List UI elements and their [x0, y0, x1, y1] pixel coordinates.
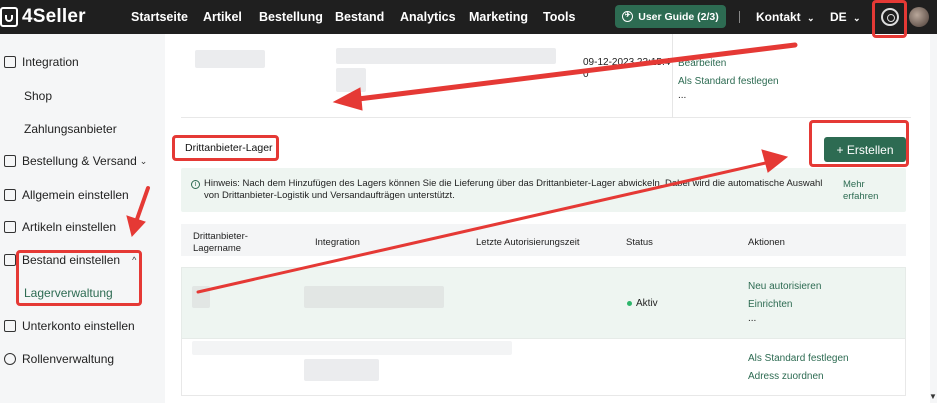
contact-dropdown[interactable]: Kontakt ⌄ [756, 10, 815, 24]
blurred-integration [304, 359, 379, 381]
blurred-name [195, 50, 265, 68]
highlight-section-title [172, 135, 279, 161]
highlight-settings [872, 0, 907, 38]
sidebar: Integration Shop Zahlungsanbieter Bestel… [0, 34, 157, 403]
status-badge: Aktiv [627, 298, 658, 309]
column-header-auth-time: Letzte Autorisierungszeit [476, 237, 580, 248]
blurred-name [192, 286, 210, 308]
more-actions[interactable]: ... [748, 313, 756, 324]
date-line-1: 09-12-2023 23:15:4 [583, 57, 671, 68]
status-dot-icon [627, 301, 632, 306]
column-divider [672, 34, 673, 118]
nav-analytics[interactable]: Analytics [400, 10, 456, 24]
info-banner: i Hinweis: Nach dem Hinzufügen des Lager… [181, 168, 906, 212]
table-row: 09-12-2023 23:15:4 0 Bearbeiten Als Stan… [181, 34, 911, 118]
column-header-status: Status [626, 237, 653, 248]
sidebar-item-shop[interactable]: Shop [24, 89, 52, 103]
sidebar-item-label: Integration [22, 55, 79, 69]
sidebar-item-integration[interactable]: Integration [0, 55, 157, 69]
blurred-cell [336, 68, 366, 92]
highlight-lagerverwaltung [16, 250, 142, 306]
nav-marketing[interactable]: Marketing [469, 10, 528, 24]
setup-link[interactable]: Einrichten [748, 299, 792, 310]
chevron-down-icon: ⌄ [139, 155, 148, 166]
logo-text: 4Seller [22, 6, 86, 27]
nav-startseite[interactable]: Startseite [131, 10, 188, 24]
sidebar-item-zahlungsanbieter[interactable]: Zahlungsanbieter [24, 122, 117, 136]
date-line-2: 0 [583, 69, 589, 80]
chevron-down-icon: ⌄ [853, 13, 861, 23]
settings-doc-icon [4, 189, 16, 201]
logo-bag-icon [0, 7, 18, 27]
hint-text: Hinweis: Nach dem Hinzufügen des Lagers … [204, 178, 823, 201]
integration-icon [4, 56, 16, 68]
blurred-cell [192, 341, 512, 355]
main-content: 09-12-2023 23:15:4 0 Bearbeiten Als Stan… [157, 34, 937, 403]
blurred-cell [394, 286, 444, 308]
content-panel: 09-12-2023 23:15:4 0 Bearbeiten Als Stan… [165, 34, 930, 403]
sidebar-item-label: Bestellung & Versand [22, 154, 137, 168]
info-icon: i [191, 180, 200, 189]
language-label: DE [830, 10, 847, 24]
scroll-down-icon[interactable]: ▼ [929, 392, 937, 401]
nav-bestand[interactable]: Bestand [335, 10, 384, 24]
logo[interactable]: 4Seller [0, 4, 86, 30]
sidebar-item-label: Unterkonto einstellen [22, 319, 135, 333]
language-dropdown[interactable]: DE ⌄ [830, 10, 861, 24]
more-actions[interactable]: ... [678, 90, 686, 101]
sidebar-item-rollen[interactable]: Rollenverwaltung [0, 352, 157, 366]
auth-time: 09-12-2023 23:15:4 0 [583, 57, 670, 81]
sidebar-item-label: Artikeln einstellen [22, 220, 117, 234]
user-guide-button[interactable]: ✈ User Guide (2/3) [615, 5, 726, 28]
sidebar-item-unterkonto[interactable]: Unterkonto einstellen [0, 319, 157, 333]
user-guide-label: User Guide (2/3) [638, 10, 719, 23]
article-icon [4, 221, 16, 233]
table-header: Drittanbieter-Lagername Integration Letz… [181, 224, 906, 256]
column-header-actions: Aktionen [748, 237, 785, 248]
assign-address-link[interactable]: Adress zuordnen [748, 371, 824, 382]
edit-link[interactable]: Bearbeiten [678, 58, 726, 69]
order-icon [4, 155, 16, 167]
reauthorize-link[interactable]: Neu autorisieren [748, 281, 821, 292]
top-navbar: 4Seller Startseite Artikel Bestellung Be… [0, 0, 937, 34]
column-header-integration: Integration [315, 237, 360, 248]
avatar[interactable] [909, 7, 929, 27]
role-icon [4, 353, 16, 365]
contact-label: Kontakt [756, 10, 801, 24]
highlight-create-button [809, 120, 909, 167]
set-default-link[interactable]: Als Standard festlegen [678, 76, 779, 87]
status-text: Aktiv [636, 298, 658, 309]
blurred-address [336, 48, 556, 64]
sidebar-item-allgemein[interactable]: Allgemein einstellen [0, 188, 157, 202]
subaccount-icon [4, 320, 16, 332]
learn-more-link[interactable]: Mehr erfahren [843, 179, 893, 203]
sidebar-item-artikeln[interactable]: Artikeln einstellen [0, 220, 157, 234]
set-default-link[interactable]: Als Standard festlegen [748, 353, 849, 364]
nav-artikel[interactable]: Artikel [203, 10, 242, 24]
sidebar-item-label: Allgemein einstellen [22, 188, 129, 202]
sidebar-item-label: Rollenverwaltung [22, 352, 115, 366]
table-row: Aktiv Neu autorisieren Einrichten ... [181, 267, 906, 339]
table-row: Als Standard festlegen Adress zuordnen [181, 339, 906, 396]
nav-tools[interactable]: Tools [543, 10, 575, 24]
compass-icon: ✈ [622, 11, 634, 22]
stock-icon [4, 254, 16, 266]
chevron-down-icon: ⌄ [807, 13, 815, 23]
page: 4Seller Startseite Artikel Bestellung Be… [0, 0, 937, 403]
sidebar-item-bestellung-versand[interactable]: Bestellung & Versand ⌄ [0, 154, 157, 168]
nav-bestellung[interactable]: Bestellung [259, 10, 323, 24]
divider [739, 11, 740, 23]
column-header-name: Drittanbieter-Lagername [193, 231, 248, 254]
